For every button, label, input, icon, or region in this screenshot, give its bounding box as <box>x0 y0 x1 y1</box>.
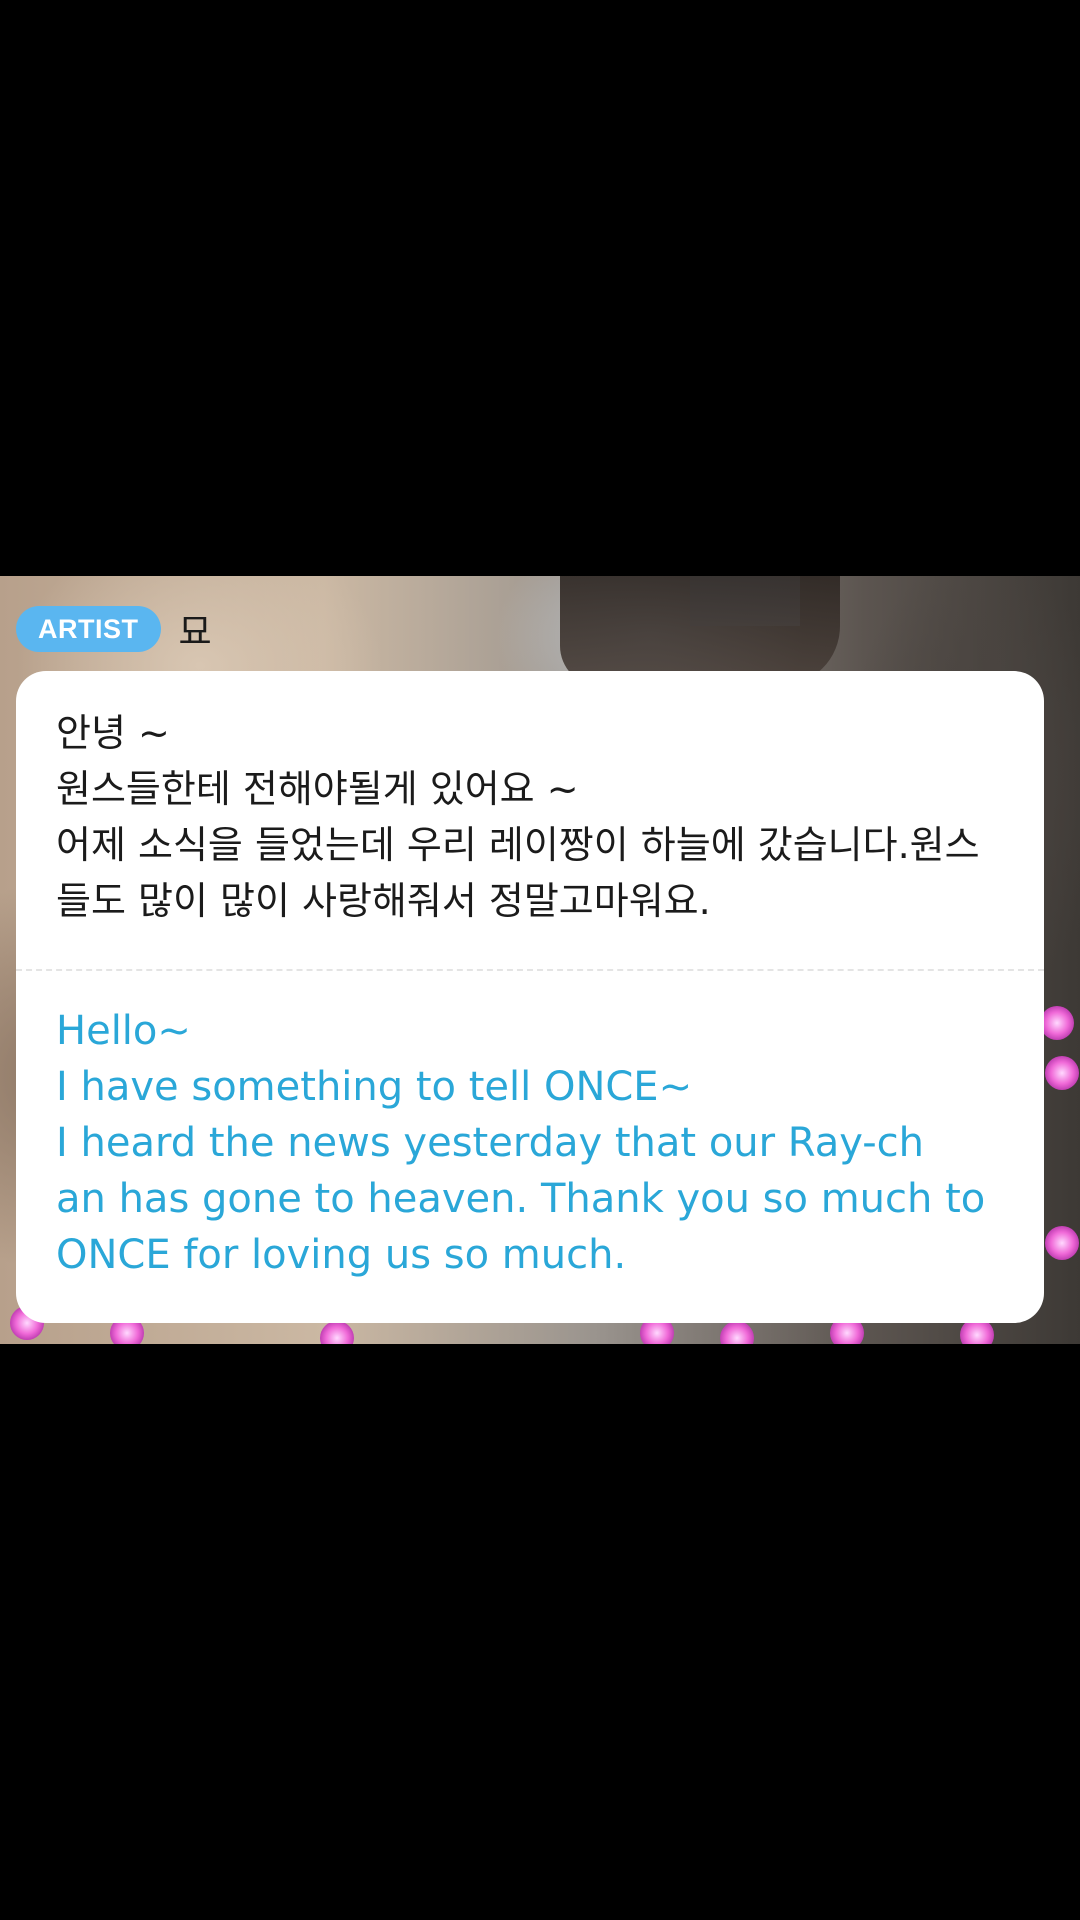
author-row: ARTIST 묘 <box>16 603 212 655</box>
korean-message: 안녕 ~ 원스들한테 전해야될게 있어요 ~ 어제 소식을 들었는데 우리 레이… <box>56 705 1016 929</box>
translation-divider <box>16 969 1044 971</box>
sparkle-decoration <box>1040 1006 1074 1040</box>
background-figure <box>560 576 840 686</box>
english-line: an has gone to heaven. Thank you so much… <box>56 1176 986 1222</box>
english-line: Hello~ <box>56 1008 191 1054</box>
english-line: ONCE for loving us so much. <box>56 1232 627 1278</box>
english-line: I have something to tell ONCE~ <box>56 1064 693 1110</box>
video-frame: ARTIST 묘 안녕 ~ 원스들한테 전해야될게 있어요 ~ 어제 소식을 들… <box>0 0 1080 1920</box>
korean-line: 원스들한테 전해야될게 있어요 ~ <box>56 767 579 811</box>
author-name[interactable]: 묘 <box>179 603 212 655</box>
artist-badge: ARTIST <box>16 606 161 652</box>
english-translation: Hello~ I have something to tell ONCE~ I … <box>56 1003 1016 1283</box>
sparkle-decoration <box>1045 1056 1079 1090</box>
english-line: I heard the news yesterday that our Ray-… <box>56 1120 924 1166</box>
korean-line: 안녕 ~ <box>56 711 170 755</box>
korean-line: 어제 소식을 들었는데 우리 레이짱이 하늘에 갔습니다.원스 <box>56 823 980 867</box>
message-card: 안녕 ~ 원스들한테 전해야될게 있어요 ~ 어제 소식을 들었는데 우리 레이… <box>16 671 1044 1323</box>
sparkle-decoration <box>1045 1226 1079 1260</box>
sparkle-decoration <box>720 1321 754 1344</box>
sparkle-decoration <box>320 1321 354 1344</box>
korean-line: 들도 많이 많이 사랑해줘서 정말고마워요. <box>56 879 711 923</box>
